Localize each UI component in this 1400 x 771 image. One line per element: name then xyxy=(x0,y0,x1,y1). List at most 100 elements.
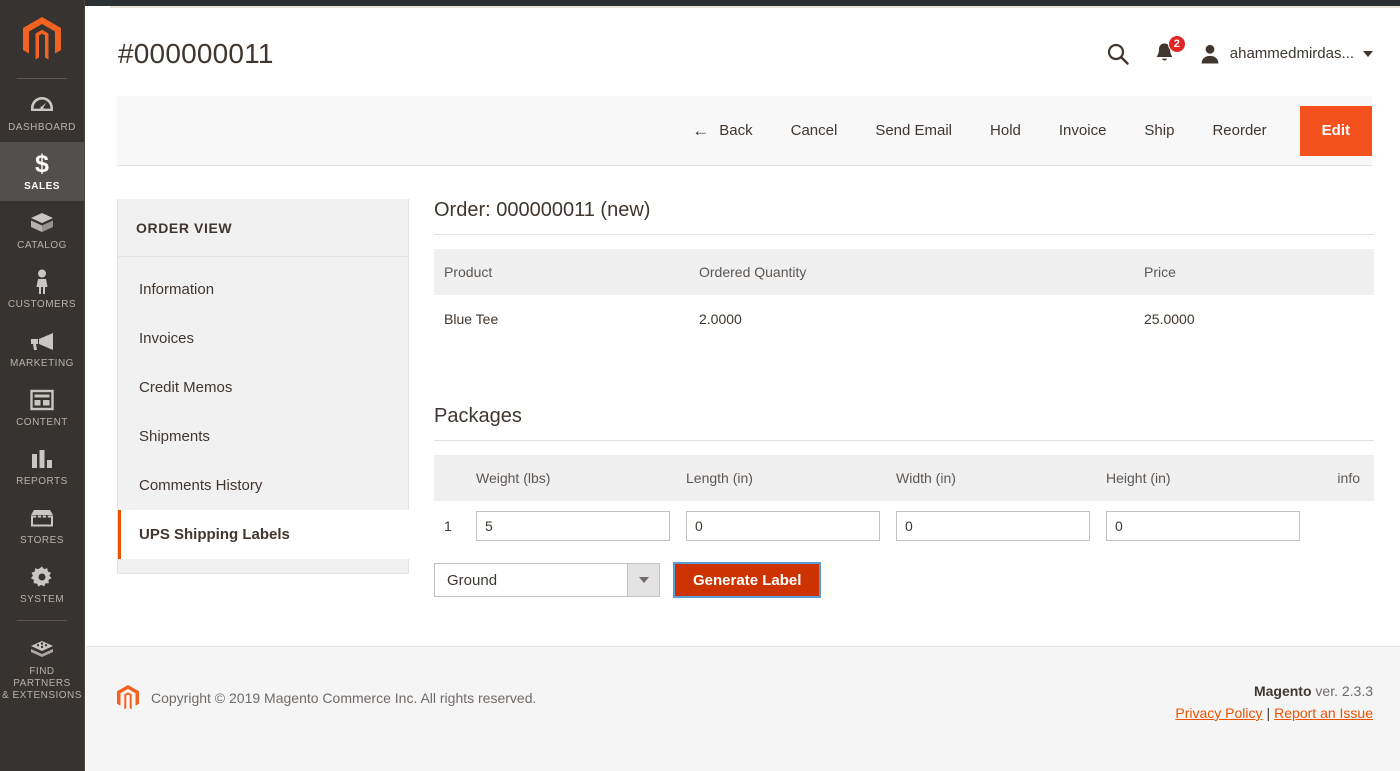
magento-admin-page: DASHBOARD $ SALES CATALOG CUSTOMERS MARK… xyxy=(0,0,1400,771)
person-icon xyxy=(34,269,50,295)
sidebar-item-label: STORES xyxy=(20,535,64,546)
cell-ordered-quantity: 2.0000 xyxy=(689,295,1134,343)
order-view-title: ORDER VIEW xyxy=(118,199,408,257)
shipping-method-value: Ground xyxy=(447,571,498,589)
sidebar-item-dashboard[interactable]: DASHBOARD xyxy=(0,83,84,142)
search-icon[interactable] xyxy=(1106,42,1130,66)
blocks-icon xyxy=(29,636,55,662)
footer-copyright-text: Copyright © 2019 Magento Commerce Inc. A… xyxy=(151,689,537,706)
sidebar-item-system[interactable]: SYSTEM xyxy=(0,555,84,614)
column-header-index xyxy=(434,455,476,501)
back-button-label: Back xyxy=(719,122,753,139)
back-button[interactable]: ← Back xyxy=(673,106,771,156)
cell-product: Blue Tee xyxy=(434,295,689,343)
sidebar-item-label: REPORTS xyxy=(16,476,68,487)
sidebar-item-content[interactable]: CONTENT xyxy=(0,378,84,437)
column-header-height: Height (in) xyxy=(1106,455,1316,501)
sidebar-item-find-partners[interactable]: FIND PARTNERS & EXTENSIONS xyxy=(0,627,84,710)
order-view-item-ups-shipping-labels[interactable]: UPS Shipping Labels xyxy=(118,510,409,559)
sidebar-divider-top xyxy=(17,78,67,79)
send-email-button[interactable]: Send Email xyxy=(856,106,971,156)
column-header-ordered-quantity: Ordered Quantity xyxy=(689,249,1134,295)
column-header-weight: Weight (lbs) xyxy=(476,455,686,501)
page-header: #000000011 2 ahammedmirdas... xyxy=(86,8,1400,96)
order-view-item-comments-history[interactable]: Comments History xyxy=(118,461,408,510)
sidebar-item-label: FIND PARTNERS & EXTENSIONS xyxy=(2,666,82,701)
footer-link-separator: | xyxy=(1266,705,1271,721)
order-view-panel: ORDER VIEW Information Invoices Credit M… xyxy=(117,199,409,574)
order-view-list: Information Invoices Credit Memos Shipme… xyxy=(118,257,409,559)
sidebar-item-label: SYSTEM xyxy=(19,594,65,605)
order-content: Order: 000000011 (new) Product Ordered Q… xyxy=(434,199,1374,598)
generate-label-button[interactable]: Generate Label xyxy=(672,562,822,598)
bar-chart-icon xyxy=(30,446,54,472)
sidebar-item-reports[interactable]: REPORTS xyxy=(0,437,84,496)
packages-section-title: Packages xyxy=(434,405,1374,441)
notifications-bell-icon[interactable]: 2 xyxy=(1150,35,1186,67)
column-header-info: info xyxy=(1316,455,1374,501)
cell-info xyxy=(1316,501,1374,551)
hold-button[interactable]: Hold xyxy=(971,106,1040,156)
order-section-title: Order: 000000011 (new) xyxy=(434,199,1374,235)
footer-copyright-block: Copyright © 2019 Magento Commerce Inc. A… xyxy=(117,685,536,710)
table-row: Blue Tee 2.0000 25.0000 xyxy=(434,295,1374,343)
packages-table: Weight (lbs) Length (in) Width (in) Heig… xyxy=(434,455,1374,551)
order-view-item-invoices[interactable]: Invoices xyxy=(118,314,408,363)
magento-logo-small-icon xyxy=(117,685,139,710)
packages-header-row: Weight (lbs) Length (in) Width (in) Heig… xyxy=(434,455,1374,501)
sidebar-item-customers[interactable]: CUSTOMERS xyxy=(0,260,84,319)
gear-icon xyxy=(30,564,54,590)
footer-brand: Magento xyxy=(1253,683,1312,699)
shipping-method-select[interactable]: Ground xyxy=(434,563,660,597)
sidebar-item-label: MARKETING xyxy=(10,358,74,369)
sidebar-item-catalog[interactable]: CATALOG xyxy=(0,201,84,260)
column-header-product: Product xyxy=(434,249,689,295)
page-title: #000000011 xyxy=(118,38,274,69)
magento-logo-icon xyxy=(23,17,61,60)
dashboard-icon xyxy=(30,92,54,118)
column-header-price: Price xyxy=(1134,249,1374,295)
dollar-icon: $ xyxy=(32,151,52,177)
sidebar-item-label: SALES xyxy=(24,181,60,192)
storefront-icon xyxy=(29,505,55,531)
height-input[interactable] xyxy=(1106,511,1300,541)
svg-text:$: $ xyxy=(35,151,49,177)
user-menu[interactable]: ahammedmirdas... xyxy=(1199,43,1373,65)
privacy-policy-link[interactable]: Privacy Policy xyxy=(1175,705,1262,721)
width-input[interactable] xyxy=(896,511,1090,541)
user-avatar-icon xyxy=(1201,44,1219,63)
user-name-label: ahammedmirdas... xyxy=(1229,45,1354,62)
order-view-item-information[interactable]: Information xyxy=(118,265,408,314)
arrow-left-icon: ← xyxy=(692,121,710,140)
main-sidebar: DASHBOARD $ SALES CATALOG CUSTOMERS MARK… xyxy=(0,0,85,771)
sidebar-item-stores[interactable]: STORES xyxy=(0,496,84,555)
length-input[interactable] xyxy=(686,511,880,541)
reorder-button[interactable]: Reorder xyxy=(1193,106,1285,156)
sidebar-item-label: DASHBOARD xyxy=(8,122,76,133)
chevron-down-icon xyxy=(627,564,659,596)
chevron-down-icon xyxy=(1363,50,1373,57)
main-content: ORDER VIEW Information Invoices Credit M… xyxy=(86,166,1400,646)
invoice-button[interactable]: Invoice xyxy=(1040,106,1126,156)
page-actions-toolbar: ← Back Cancel Send Email Hold Invoice Sh… xyxy=(117,96,1372,166)
sidebar-item-marketing[interactable]: MARKETING xyxy=(0,319,84,378)
sidebar-item-label: CONTENT xyxy=(16,417,68,428)
order-view-panel-footer xyxy=(118,559,408,573)
header-controls: 2 ahammedmirdas... xyxy=(1106,35,1373,67)
order-view-item-shipments[interactable]: Shipments xyxy=(118,412,408,461)
page-footer: Copyright © 2019 Magento Commerce Inc. A… xyxy=(86,646,1400,771)
weight-input[interactable] xyxy=(476,511,670,541)
cell-price: 25.0000 xyxy=(1134,295,1374,343)
sidebar-logo[interactable] xyxy=(0,0,84,78)
order-view-item-credit-memos[interactable]: Credit Memos xyxy=(118,363,408,412)
report-issue-link[interactable]: Report an Issue xyxy=(1274,705,1373,721)
cancel-button[interactable]: Cancel xyxy=(772,106,857,156)
box-icon xyxy=(29,210,55,236)
megaphone-icon xyxy=(29,328,55,354)
edit-button[interactable]: Edit xyxy=(1299,105,1372,156)
layout-icon xyxy=(30,387,54,413)
sidebar-item-sales[interactable]: $ SALES xyxy=(0,142,84,201)
ship-button[interactable]: Ship xyxy=(1125,106,1193,156)
footer-version-block: Magento ver. 2.3.3 Privacy Policy | Report… xyxy=(1175,683,1373,721)
cell-package-index: 1 xyxy=(444,518,452,534)
